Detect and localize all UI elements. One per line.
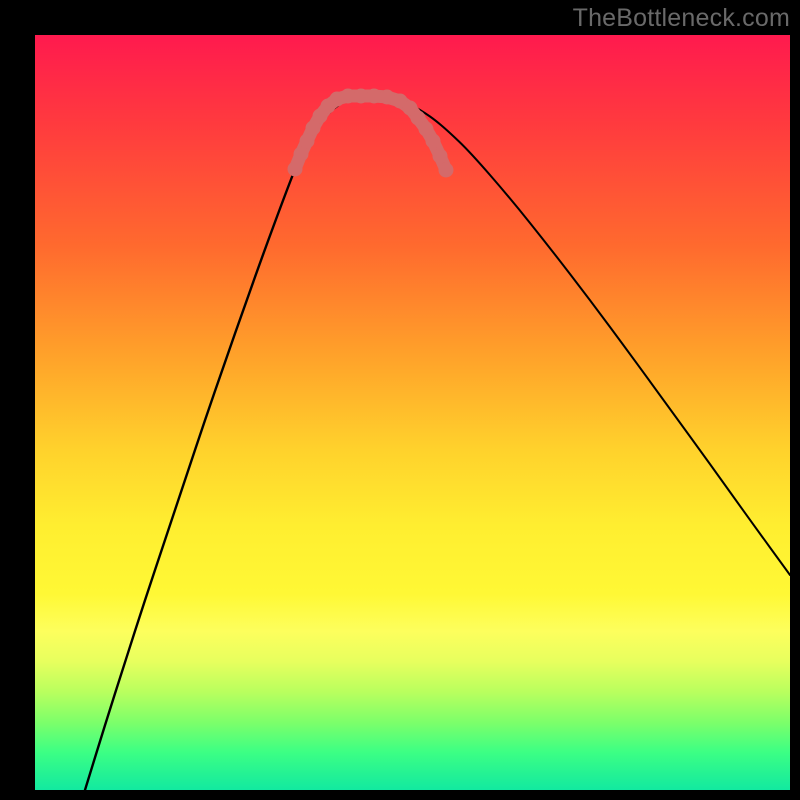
chart-frame: TheBottleneck.com	[0, 0, 800, 800]
chart-svg	[35, 35, 790, 790]
curve-left-curve	[85, 98, 350, 790]
marker-dot	[288, 162, 303, 177]
marker-dot	[300, 134, 315, 149]
marker-dot	[354, 89, 369, 104]
marker-dot	[367, 89, 382, 104]
marker-dot	[380, 90, 395, 105]
marker-dot	[294, 147, 309, 162]
plot-area	[35, 35, 790, 790]
marker-dot	[341, 89, 356, 104]
marker-dot	[426, 134, 441, 149]
marker-dot	[433, 149, 448, 164]
marker-dot	[439, 163, 454, 178]
watermark-text: TheBottleneck.com	[573, 4, 790, 33]
